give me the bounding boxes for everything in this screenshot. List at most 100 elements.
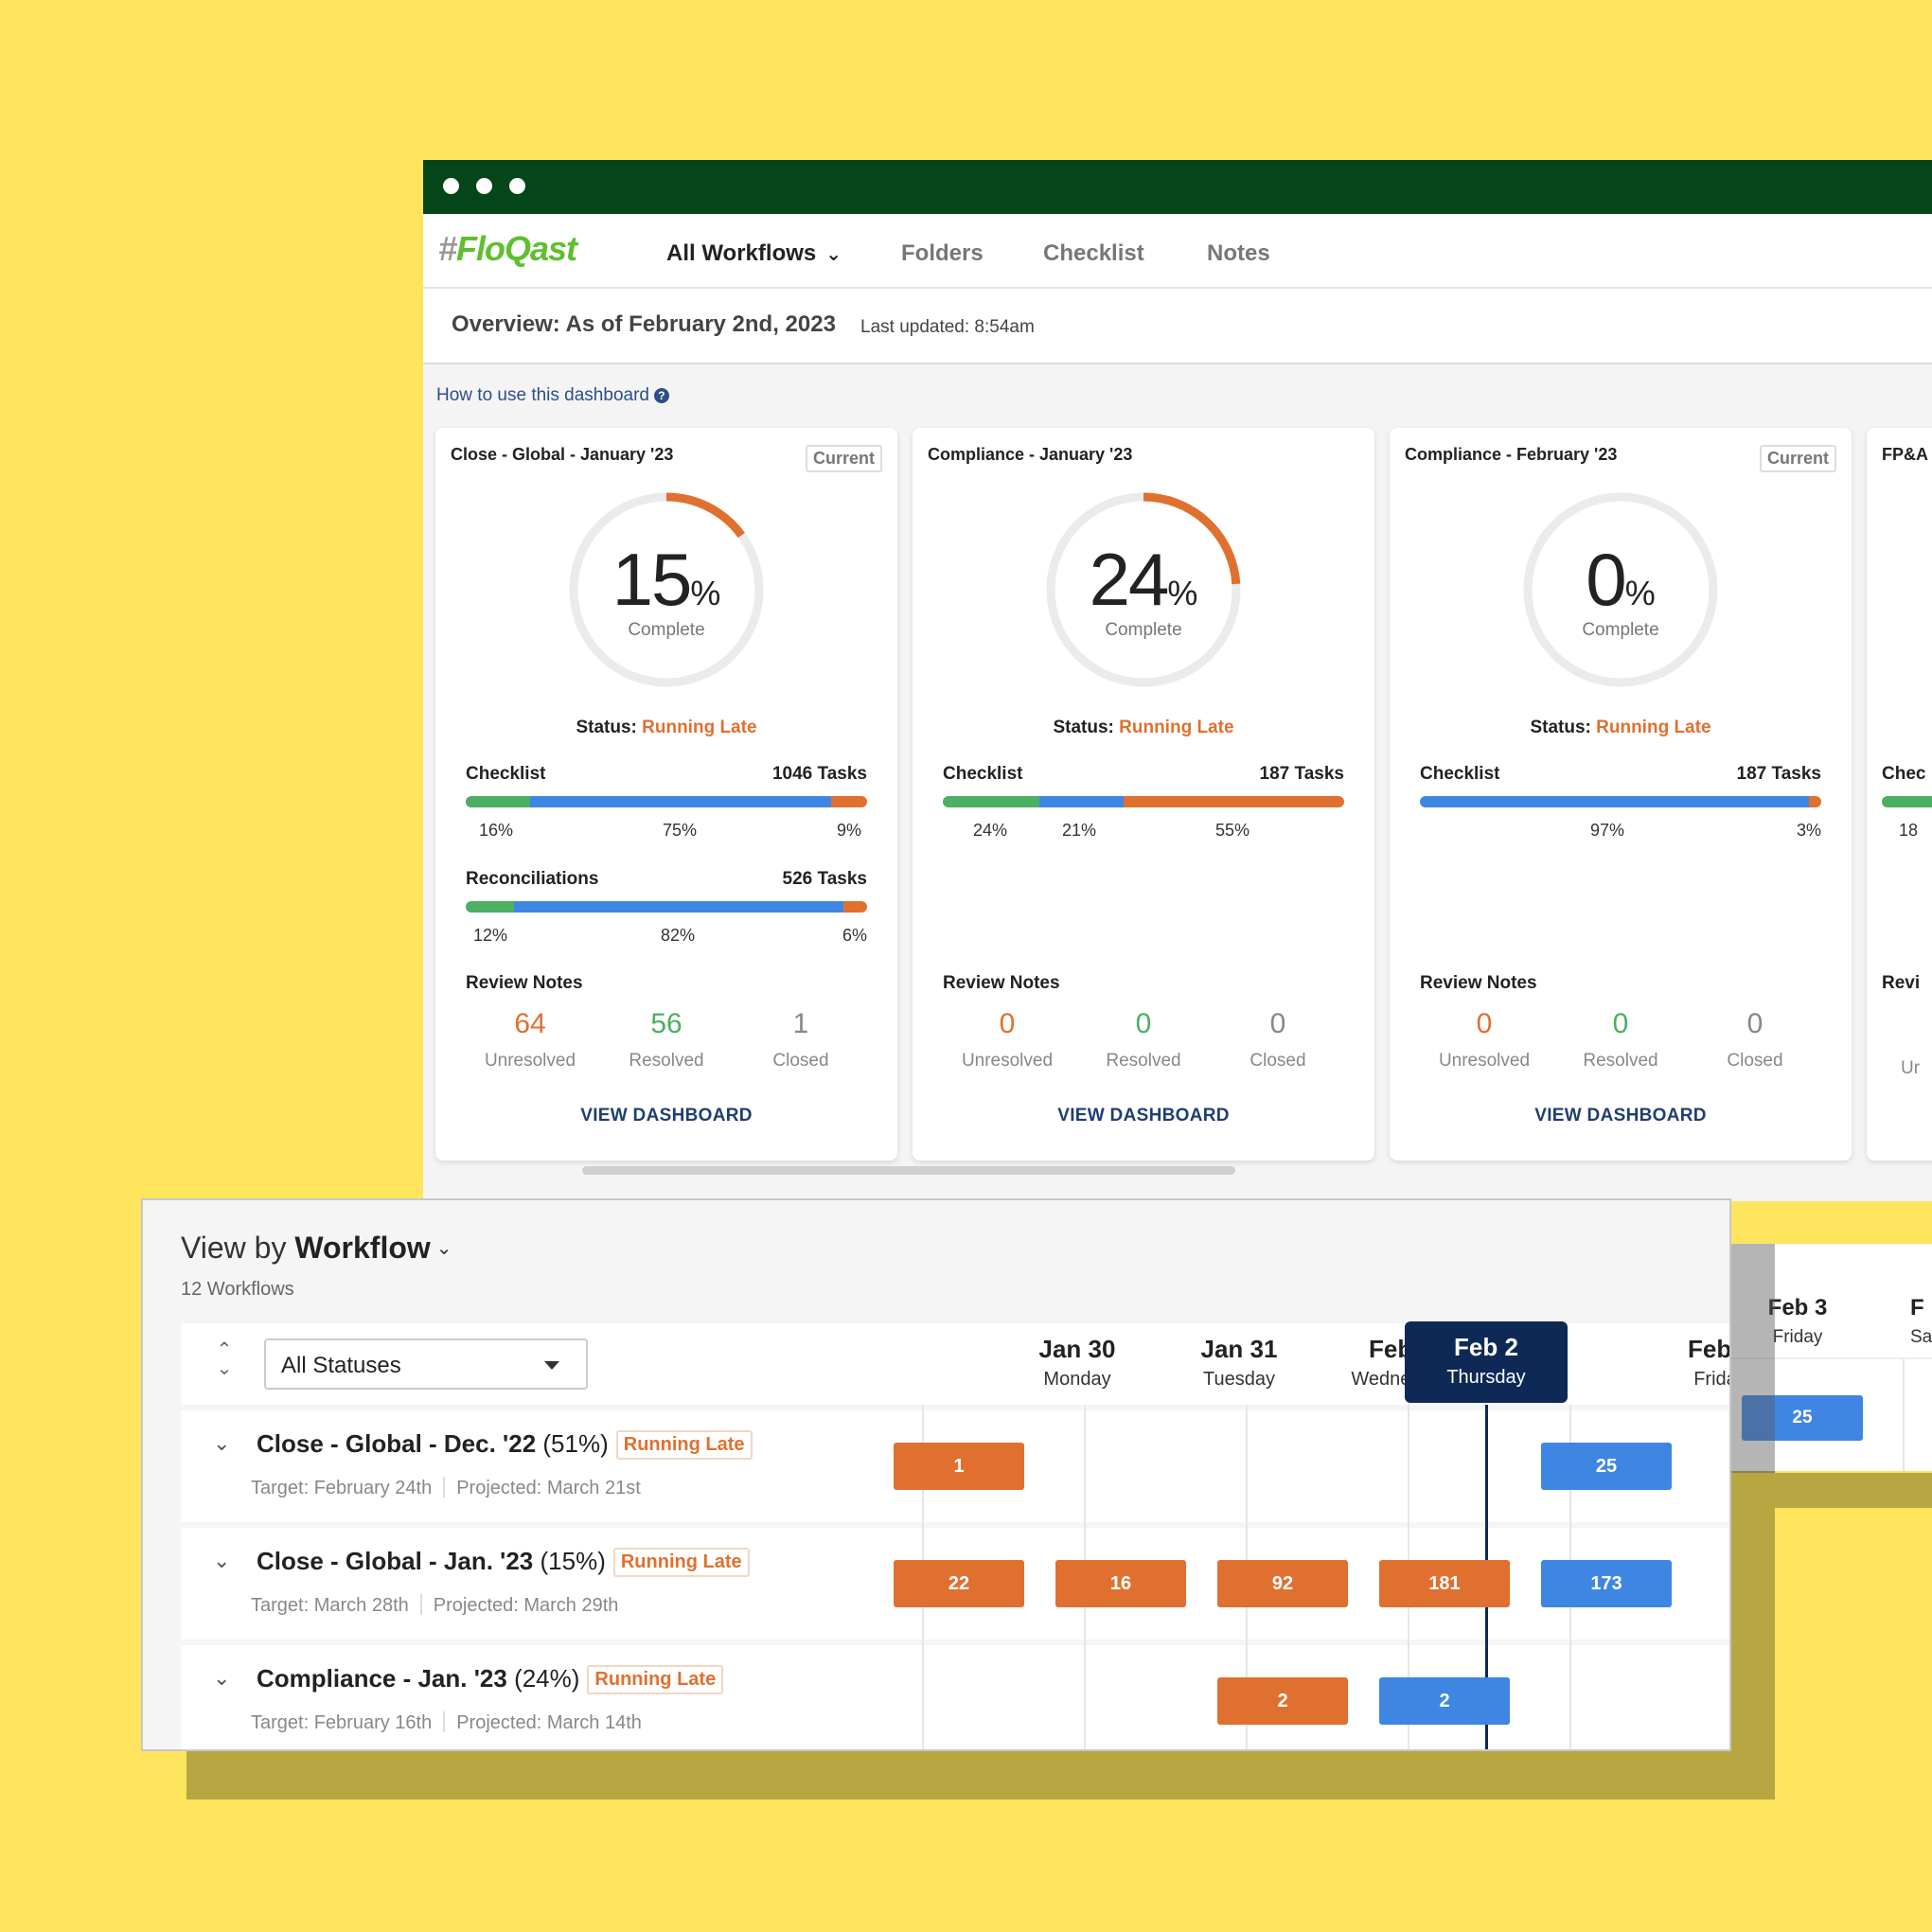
workflow-dates: Target: February 16th Projected: March 14… xyxy=(251,1711,642,1733)
bar-percent: 97% xyxy=(1590,821,1625,840)
status-value: Running Late xyxy=(1119,718,1234,737)
status-badge: Running Late xyxy=(587,1665,724,1694)
task-count-pill[interactable]: 2 xyxy=(1217,1677,1348,1725)
task-count-pill[interactable]: 181 xyxy=(1379,1560,1510,1607)
nav-notes[interactable]: Notes xyxy=(1207,240,1270,267)
workflow-info: ⌄ Close - Global - Dec. '22 (51%) Running… xyxy=(181,1410,900,1522)
checklist-label: Checklist xyxy=(466,764,546,784)
workflow-title[interactable]: Close - Global - Jan. '23 (15%) Running L… xyxy=(257,1547,750,1577)
view-dashboard-link[interactable]: VIEW DASHBOARD xyxy=(1390,1106,1852,1126)
status-filter-select[interactable]: All Statuses xyxy=(264,1338,588,1390)
bar-segment-ontrack xyxy=(1420,796,1810,807)
bar-segment-ontrack xyxy=(1038,796,1124,807)
chevron-down-icon[interactable]: ⌄ xyxy=(213,1549,230,1573)
overview-bar: Overview: As of February 2nd, 2023 Last … xyxy=(423,289,1932,364)
checklist-percents: 18 xyxy=(1882,821,1932,843)
task-count-pill[interactable]: 25 xyxy=(1541,1443,1672,1490)
task-count-pill[interactable]: 22 xyxy=(894,1560,1024,1607)
day-header: Jan 30 Monday xyxy=(1038,1335,1116,1390)
nav-checklist[interactable]: Checklist xyxy=(1043,240,1144,267)
task-count-pill[interactable]: 16 xyxy=(1055,1560,1186,1607)
nav-folders[interactable]: Folders xyxy=(901,240,984,267)
workflow-title[interactable]: Compliance - Jan. '23 (24%) Running Late xyxy=(257,1664,724,1694)
progress-gauge: 0% Complete xyxy=(1520,489,1721,690)
workflow-card: FP&A Chec 18 Revi Ur xyxy=(1867,428,1932,1161)
resolved-count[interactable]: 56 Resolved xyxy=(600,1005,733,1072)
timeline-panel: View by Workflow ⌄ 12 Workflows ⌃ ⌄ All St… xyxy=(141,1198,1731,1751)
horizontal-scrollbar[interactable] xyxy=(582,1166,1235,1175)
day-header: Feb 3Friday xyxy=(1688,1335,1731,1390)
help-icon: ? xyxy=(653,388,669,403)
checklist-label: Checklist xyxy=(943,764,1023,784)
how-to-link[interactable]: How to use this dashboard? xyxy=(436,385,669,406)
view-by-prefix: View by xyxy=(181,1231,287,1265)
closed-count[interactable]: 0 Closed xyxy=(1689,1005,1821,1072)
progress-gauge: 24% Complete xyxy=(1043,489,1244,690)
bar-segment-late xyxy=(842,901,867,913)
checklist-bar xyxy=(1420,796,1821,807)
closed-count[interactable]: 0 Closed xyxy=(1212,1005,1344,1072)
chevron-down-icon[interactable]: ⌄ xyxy=(213,1666,230,1691)
view-dashboard-link[interactable]: VIEW DASHBOARD xyxy=(913,1106,1374,1126)
checklist-label: Chec xyxy=(1882,764,1926,784)
bar-segment-late xyxy=(830,796,867,807)
floqast-logo[interactable]: #FloQast xyxy=(438,229,577,269)
checklist-count: 187 Tasks xyxy=(1736,764,1821,784)
workflow-info: ⌄ Close - Global - Jan. '23 (15%) Running… xyxy=(181,1528,900,1640)
unresolved-count[interactable]: 0 Unresolved xyxy=(1418,1005,1551,1072)
view-dashboard-link[interactable]: VIEW DASHBOARD xyxy=(435,1106,897,1126)
panel-shadow-right xyxy=(1730,1473,1932,1508)
app-nav-bar: #FloQast All Workflows ⌄ Folders Checklis… xyxy=(423,214,1932,289)
window-dot-icon[interactable] xyxy=(443,178,459,194)
status-line: Status: Running Late xyxy=(1530,718,1711,737)
view-by-value: Workflow xyxy=(294,1231,431,1265)
browser-window: #FloQast All Workflows ⌄ Folders Checklis… xyxy=(423,160,1932,1201)
workflow-count: 12 Workflows xyxy=(181,1279,294,1300)
nav-all-workflows[interactable]: All Workflows ⌄ xyxy=(666,240,842,267)
chevron-down-icon[interactable]: ⌄ xyxy=(213,1431,230,1456)
unresolved-count[interactable]: Ur xyxy=(1882,1051,1932,1079)
checklist-bar xyxy=(1882,796,1932,807)
review-notes-label: Revi xyxy=(1882,973,1921,993)
checklist-count: 187 Tasks xyxy=(1259,764,1344,784)
bar-segment-late xyxy=(1809,796,1821,807)
workflow-title[interactable]: Close - Global - Dec. '22 (51%) Running L… xyxy=(257,1429,753,1460)
card-title: FP&A xyxy=(1882,445,1928,464)
task-count-pill[interactable]: 2 xyxy=(1379,1677,1510,1725)
current-badge: Current xyxy=(805,445,882,472)
nav-all-workflows-label: All Workflows xyxy=(666,240,817,266)
bar-segment-complete xyxy=(466,796,530,807)
gauge-percent: 15% xyxy=(612,538,721,621)
task-count-pill[interactable]: 173 xyxy=(1541,1560,1672,1607)
day-header: F Sa xyxy=(1910,1295,1932,1347)
resolved-count[interactable]: 0 Resolved xyxy=(1077,1005,1210,1072)
task-count-pill[interactable]: 1 xyxy=(894,1443,1024,1490)
closed-count[interactable]: 1 Closed xyxy=(735,1005,867,1072)
checklist-count: 1046 Tasks xyxy=(771,764,867,784)
bar-percent: 21% xyxy=(1062,821,1097,840)
status-value: Running Late xyxy=(1596,718,1711,737)
view-by-selector[interactable]: View by Workflow ⌄ xyxy=(181,1231,452,1266)
reconciliations-bar xyxy=(466,901,867,913)
workflow-card: Compliance - February '23 Current 0% Com… xyxy=(1390,428,1852,1161)
bar-segment-complete xyxy=(466,901,514,913)
sort-icon[interactable]: ⌃ ⌄ xyxy=(213,1340,236,1386)
checklist-bar xyxy=(943,796,1344,807)
logo-name: FloQast xyxy=(456,229,577,268)
window-titlebar xyxy=(423,160,1932,214)
reconciliations-percents: 12% 82% 6% xyxy=(466,926,867,948)
last-updated: Last updated: 8:54am xyxy=(860,317,1035,337)
gauge-percent: 24% xyxy=(1089,538,1198,621)
grid-line xyxy=(1903,1359,1905,1471)
unresolved-count[interactable]: 64 Unresolved xyxy=(464,1005,596,1072)
window-dot-icon[interactable] xyxy=(476,178,492,194)
workflow-dates: Target: March 28th Projected: March 29th xyxy=(251,1594,619,1616)
bar-percent: 12% xyxy=(473,926,508,945)
task-count-pill[interactable]: 92 xyxy=(1217,1560,1348,1607)
bar-segment-ontrack xyxy=(529,796,831,807)
unresolved-count[interactable]: 0 Unresolved xyxy=(941,1005,1073,1072)
resolved-count[interactable]: 0 Resolved xyxy=(1554,1005,1687,1072)
window-dot-icon[interactable] xyxy=(509,178,525,194)
current-badge: Current xyxy=(1759,445,1836,472)
status-line: Status: Running Late xyxy=(1053,718,1234,737)
